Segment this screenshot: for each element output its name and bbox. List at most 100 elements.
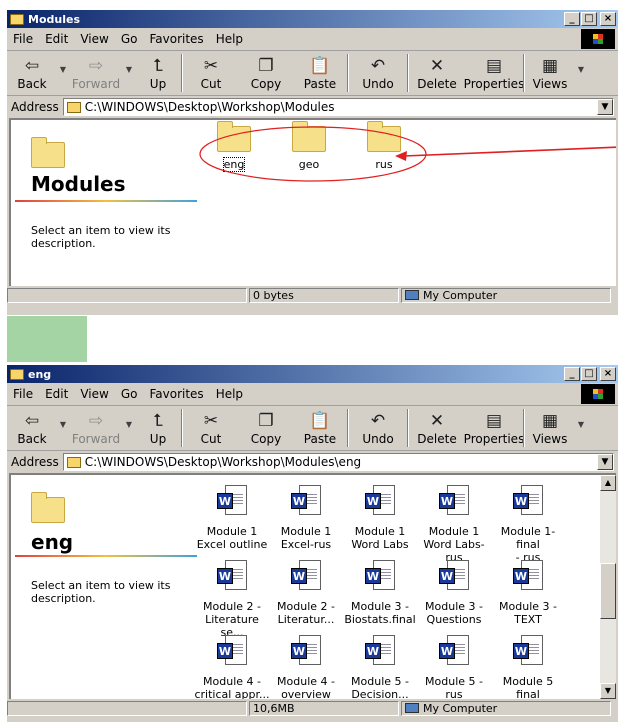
file-name-line1: Module 3 -: [351, 600, 409, 613]
file-item[interactable]: W Module 1 Excel-rus: [268, 485, 344, 551]
scroll-up-icon[interactable]: ▲: [600, 475, 616, 491]
menu-favorites[interactable]: Favorites: [143, 387, 209, 401]
maximize-button[interactable]: □: [581, 12, 597, 26]
back-button[interactable]: ⇦ Back: [7, 51, 57, 95]
undo-icon: ↶: [370, 411, 386, 431]
menu-favorites[interactable]: Favorites: [143, 32, 209, 46]
minimize-button[interactable]: _: [564, 12, 580, 26]
delete-button[interactable]: ✕ Delete: [409, 406, 465, 450]
file-item[interactable]: W Module 1-final - rus: [490, 485, 566, 564]
close-button[interactable]: ×: [600, 12, 616, 26]
status-size: 0 bytes: [249, 287, 399, 303]
left-panel-description: Select an item to view its description.: [31, 579, 171, 605]
status-bar: 10,6MB My Computer: [7, 699, 618, 717]
file-item[interactable]: W Module 1 Excel outline: [194, 485, 270, 551]
views-grid-icon: ▦: [541, 411, 559, 431]
file-name-line2: Word Labs: [351, 538, 409, 551]
scroll-down-icon[interactable]: ▼: [600, 683, 616, 699]
views-dropdown-icon[interactable]: ▼: [575, 406, 587, 429]
word-document-icon: W: [217, 560, 247, 594]
maximize-button[interactable]: □: [581, 367, 597, 381]
views-button[interactable]: ▦ Views: [525, 51, 575, 95]
file-item[interactable]: W Module 3 - Questions: [416, 560, 492, 626]
cut-button[interactable]: ✂ Cut: [183, 51, 239, 95]
status-zone: My Computer: [401, 287, 611, 303]
file-item[interactable]: W Module 5 - Decision...: [342, 635, 418, 699]
minimize-button[interactable]: _: [564, 367, 580, 381]
file-item[interactable]: W Module 4 - overview: [268, 635, 344, 699]
menu-view[interactable]: View: [74, 32, 114, 46]
menu-help[interactable]: Help: [210, 32, 249, 46]
forward-arrow-icon: ⇨: [88, 411, 104, 431]
folder-view: Modules Select an item to view its descr…: [9, 118, 616, 286]
address-dropdown-icon[interactable]: ▼: [597, 99, 613, 115]
up-button[interactable]: ⮤ Up: [135, 406, 181, 450]
menu-file[interactable]: File: [7, 387, 39, 401]
word-badge: W: [291, 643, 307, 659]
file-name-line1: Module 1: [354, 525, 406, 538]
forward-button[interactable]: ⇨ Forward: [69, 406, 123, 450]
back-dropdown-icon[interactable]: ▼: [57, 406, 69, 429]
delete-button[interactable]: ✕ Delete: [409, 51, 465, 95]
vertical-scrollbar[interactable]: ▲ ▼: [600, 475, 616, 699]
paste-button[interactable]: 📋 Paste: [293, 51, 347, 95]
file-name-line1: Module 3 -: [425, 600, 483, 613]
status-pane-blank: [7, 287, 247, 303]
file-name-line1: Module 2 -: [203, 600, 261, 613]
windows-logo-icon: [581, 384, 615, 404]
file-item[interactable]: W Module 3 - TEXT: [490, 560, 566, 626]
forward-dropdown-icon[interactable]: ▼: [123, 51, 135, 74]
up-button[interactable]: ⮤ Up: [135, 51, 181, 95]
views-button[interactable]: ▦ Views: [525, 406, 575, 450]
properties-button[interactable]: ▤ Properties: [464, 51, 525, 95]
paste-button[interactable]: 📋 Paste: [293, 406, 347, 450]
file-name-line2: TEXT: [514, 613, 542, 626]
back-button[interactable]: ⇦ Back: [7, 406, 57, 450]
word-document-icon: W: [291, 635, 321, 669]
status-zone: My Computer: [401, 700, 611, 716]
file-item[interactable]: W Module 5 - rus: [416, 635, 492, 699]
word-document-icon: W: [365, 560, 395, 594]
forward-dropdown-icon[interactable]: ▼: [123, 406, 135, 429]
menu-edit[interactable]: Edit: [39, 387, 74, 401]
forward-arrow-icon: ⇨: [88, 56, 104, 76]
title-bar[interactable]: eng _ □ ×: [7, 365, 618, 383]
address-input[interactable]: C:\WINDOWS\Desktop\Workshop\Modules\eng …: [62, 453, 614, 471]
forward-button[interactable]: ⇨ Forward: [69, 51, 123, 95]
file-item[interactable]: W Module 1 Word Labs-rus: [416, 485, 492, 564]
views-dropdown-icon[interactable]: ▼: [575, 51, 587, 74]
status-pane-blank: [7, 700, 247, 716]
file-item[interactable]: W Module 2 - Literatur...: [268, 560, 344, 626]
menu-edit[interactable]: Edit: [39, 32, 74, 46]
menu-file[interactable]: File: [7, 32, 39, 46]
file-item[interactable]: W Module 1 Word Labs: [342, 485, 418, 551]
clipboard-icon: 📋: [309, 411, 331, 431]
undo-button[interactable]: ↶ Undo: [349, 51, 407, 95]
title-bar[interactable]: Modules _ □ ×: [7, 10, 618, 28]
back-dropdown-icon[interactable]: ▼: [57, 51, 69, 74]
menu-go[interactable]: Go: [115, 387, 144, 401]
copy-button[interactable]: ❐ Copy: [239, 406, 293, 450]
file-item[interactable]: W Module 5 final: [490, 635, 566, 699]
file-item[interactable]: W Module 3 - Biostats.final: [342, 560, 418, 626]
file-item[interactable]: W Module 2 - Literature se...: [194, 560, 270, 639]
undo-button[interactable]: ↶ Undo: [349, 406, 407, 450]
file-name-line1: Module 1: [428, 525, 480, 538]
menu-go[interactable]: Go: [115, 32, 144, 46]
window-title: Modules: [28, 12, 80, 26]
delete-x-icon: ✕: [429, 56, 445, 76]
menu-view[interactable]: View: [74, 387, 114, 401]
scroll-thumb[interactable]: [600, 563, 616, 619]
file-item[interactable]: W Module 4 - critical appr...: [194, 635, 270, 699]
properties-button[interactable]: ▤ Properties: [464, 406, 525, 450]
status-size: 10,6MB: [249, 700, 399, 716]
cut-button[interactable]: ✂ Cut: [183, 406, 239, 450]
close-button[interactable]: ×: [600, 367, 616, 381]
word-document-icon: W: [217, 485, 247, 519]
copy-button[interactable]: ❐ Copy: [239, 51, 293, 95]
address-dropdown-icon[interactable]: ▼: [597, 454, 613, 470]
properties-icon: ▤: [485, 411, 503, 431]
menu-help[interactable]: Help: [210, 387, 249, 401]
word-badge: W: [513, 643, 529, 659]
address-input[interactable]: C:\WINDOWS\Desktop\Workshop\Modules ▼: [62, 98, 614, 116]
